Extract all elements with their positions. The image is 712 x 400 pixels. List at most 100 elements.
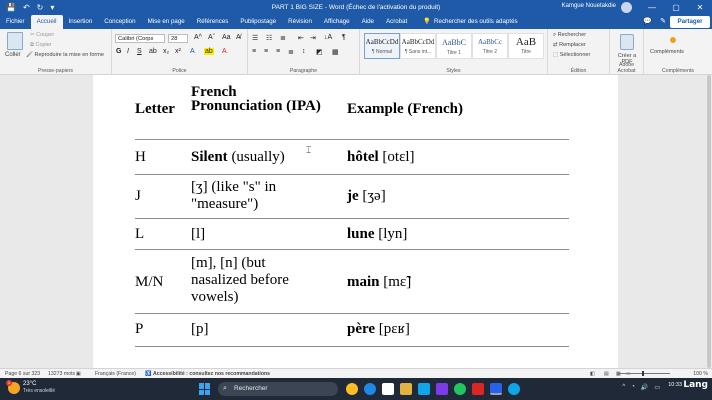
- proofing-icon[interactable]: ▣: [76, 371, 81, 377]
- windows-start-icon[interactable]: [199, 383, 211, 395]
- user-name[interactable]: Kamgue Nouetakdie: [562, 3, 616, 9]
- font-family-select[interactable]: Calibri (Corps: [115, 34, 165, 43]
- pdf-icon[interactable]: [620, 34, 634, 50]
- tab-acrobat[interactable]: Acrobat: [380, 15, 413, 29]
- chevron-up-icon[interactable]: ^: [622, 384, 625, 391]
- copy-button[interactable]: ⧉ Copier: [30, 42, 52, 49]
- scrollbar-thumb[interactable]: [707, 75, 711, 368]
- justify-icon[interactable]: ≣: [288, 48, 294, 56]
- copilot-icon[interactable]: [346, 383, 358, 395]
- strikethrough-icon[interactable]: ab: [149, 48, 157, 55]
- document-page[interactable]: Letter French Pronunciation (IPA) Exampl…: [93, 75, 618, 368]
- avatar[interactable]: [621, 2, 632, 13]
- bold-button[interactable]: G: [116, 48, 121, 55]
- comment-icon[interactable]: 💬: [643, 17, 652, 25]
- borders-icon[interactable]: ▦: [332, 48, 339, 56]
- acrobat-app-icon[interactable]: [472, 383, 484, 395]
- line-spacing-icon[interactable]: ↕: [302, 48, 306, 55]
- tab-aide[interactable]: Aide: [356, 15, 380, 29]
- word-app-icon[interactable]: [490, 383, 502, 395]
- increase-indent-icon[interactable]: ⇥: [310, 34, 316, 42]
- tab-affichage[interactable]: Affichage: [318, 15, 356, 29]
- focus-icon[interactable]: ◧: [590, 371, 595, 377]
- share-button[interactable]: Partager: [670, 16, 710, 28]
- tab-publipostage[interactable]: Publipostage: [234, 15, 282, 29]
- tab-accueil[interactable]: Accueil: [30, 15, 63, 29]
- addins-button[interactable]: Compléments: [650, 49, 684, 55]
- align-right-icon[interactable]: ≡: [276, 48, 280, 55]
- bullets-icon[interactable]: ☰: [252, 34, 258, 42]
- store-icon[interactable]: [382, 383, 394, 395]
- highlight-icon[interactable]: ab: [204, 48, 214, 55]
- zoom-level[interactable]: 100 %: [693, 371, 708, 377]
- teams-icon[interactable]: [436, 383, 448, 395]
- maximize-button[interactable]: ▢: [664, 0, 688, 15]
- battery-icon[interactable]: ▭: [654, 384, 660, 391]
- style-heading-1[interactable]: AaBbC Titre 1: [436, 33, 472, 59]
- edge-icon[interactable]: [364, 383, 376, 395]
- multilevel-icon[interactable]: ≣: [280, 34, 286, 42]
- tab-references[interactable]: Références: [191, 15, 235, 29]
- font-size-select[interactable]: 28: [168, 34, 188, 43]
- paste-icon[interactable]: [7, 32, 23, 50]
- change-case-icon[interactable]: Aa: [222, 34, 231, 41]
- read-mode-icon[interactable]: ▤: [604, 371, 609, 377]
- tab-conception[interactable]: Conception: [98, 15, 141, 29]
- customize-qat-icon[interactable]: ▾: [50, 3, 54, 12]
- undo-icon[interactable]: ↶: [23, 3, 30, 12]
- zoom-slider[interactable]: [618, 371, 670, 376]
- style-no-spacing[interactable]: AaBbCcDd ¶ Sans int...: [400, 33, 436, 59]
- redo-icon[interactable]: ↻: [37, 3, 44, 12]
- sort-icon[interactable]: ↓A: [324, 34, 332, 41]
- minimize-button[interactable]: —: [640, 0, 664, 15]
- decrease-indent-icon[interactable]: ⇤: [298, 34, 304, 42]
- italic-button[interactable]: I: [127, 48, 129, 55]
- replace-button[interactable]: ⇄ Remplacer: [553, 42, 586, 48]
- tab-fichier[interactable]: Fichier: [0, 15, 31, 29]
- pilcrow-icon[interactable]: ¶: [342, 34, 346, 41]
- weather-widget[interactable]: 1 23°C Très ensoleillé: [6, 379, 55, 394]
- volume-icon[interactable]: 🔊: [641, 384, 648, 391]
- cut-button[interactable]: ✂ Couper: [30, 32, 54, 38]
- find-button[interactable]: ⌕ Rechercher: [553, 32, 586, 39]
- word-count[interactable]: 13273 mots: [48, 371, 75, 377]
- edit-mode-icon[interactable]: ✎: [660, 17, 666, 25]
- language-indicator[interactable]: Français (France): [95, 371, 136, 377]
- align-center-icon[interactable]: ≡: [264, 48, 268, 55]
- wifi-icon[interactable]: ◔: [631, 384, 635, 391]
- close-button[interactable]: ✕: [688, 0, 712, 15]
- text-effects-icon[interactable]: A: [190, 48, 195, 55]
- save-icon[interactable]: 💾: [6, 3, 16, 12]
- document-area[interactable]: Letter French Pronunciation (IPA) Exampl…: [0, 75, 706, 368]
- tab-mise-en-page[interactable]: Mise en page: [142, 15, 191, 29]
- print-layout-icon[interactable]: ▦: [616, 371, 621, 377]
- addins-icon[interactable]: [670, 37, 676, 43]
- tab-insertion[interactable]: Insertion: [63, 15, 99, 29]
- font-color-icon[interactable]: A: [222, 48, 227, 55]
- style-normal[interactable]: AaBbCcDd ¶ Normal: [364, 33, 400, 59]
- tab-revision[interactable]: Révision: [282, 15, 318, 29]
- numbering-icon[interactable]: ☷: [266, 34, 272, 42]
- style-heading-2[interactable]: AaBbCc Titre 2: [472, 33, 508, 59]
- format-painter-button[interactable]: 🖌 Reproduire la mise en forme: [26, 52, 104, 58]
- underline-button[interactable]: S: [137, 48, 142, 55]
- web-layout-icon[interactable]: ▭: [626, 371, 631, 377]
- clock[interactable]: 10:33: [668, 381, 682, 389]
- shading-icon[interactable]: ◩: [316, 48, 323, 56]
- shrink-font-icon[interactable]: Aˇ: [208, 34, 215, 41]
- select-button[interactable]: ⬚ Sélectionner: [553, 52, 590, 58]
- accessibility-icon[interactable]: ♿: [145, 371, 151, 377]
- vertical-scrollbar[interactable]: [706, 75, 712, 368]
- accessibility-status[interactable]: Accessibilité : consultez nos recommanda…: [153, 371, 270, 377]
- page-count[interactable]: Page 6 sur 323: [5, 371, 40, 377]
- align-left-icon[interactable]: ≡: [252, 48, 256, 55]
- chrome-icon[interactable]: [454, 383, 466, 395]
- style-title[interactable]: AaB Titre: [508, 33, 544, 59]
- tool-search[interactable]: 💡 Rechercher des outils adaptés: [423, 15, 517, 29]
- grow-font-icon[interactable]: A^: [194, 34, 202, 41]
- zoom-app-icon[interactable]: [508, 383, 520, 395]
- clear-format-icon[interactable]: A̸: [236, 34, 241, 41]
- taskbar-search[interactable]: ⌕ Rechercher: [218, 382, 338, 396]
- file-explorer-icon[interactable]: [400, 383, 412, 395]
- mail-icon[interactable]: [418, 383, 430, 395]
